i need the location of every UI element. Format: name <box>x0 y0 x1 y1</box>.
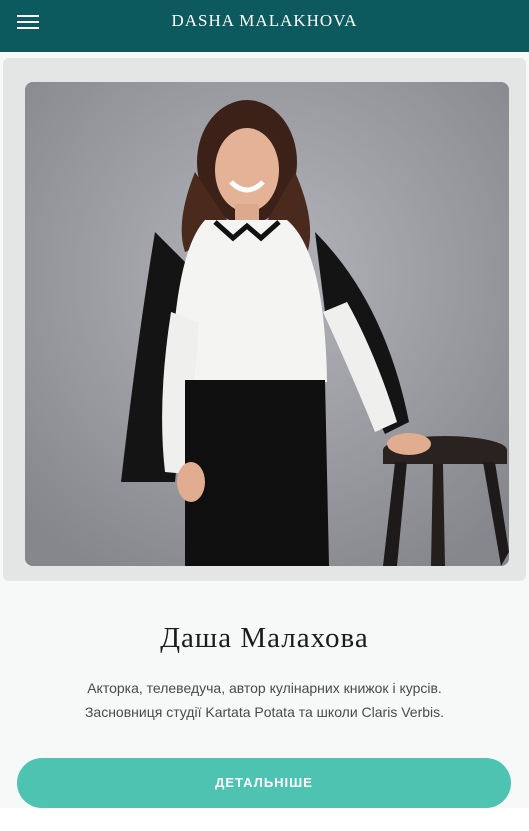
hero-section: Даша Малахова Акторка, телеведуча, автор… <box>0 52 529 808</box>
details-button[interactable]: ДЕТАЛЬНІШЕ <box>17 758 511 808</box>
site-brand[interactable]: DASHA MALAKHOVA <box>0 11 529 31</box>
site-header: DASHA MALAKHOVA <box>0 0 529 52</box>
person-description: Акторка, телеведуча, автор кулінарних кн… <box>0 676 529 724</box>
description-line: Засновниця студії Kartata Potata та школ… <box>84 704 445 720</box>
person-name: Даша Малахова <box>160 622 369 654</box>
photo-frame <box>3 58 526 581</box>
description-line: Акторка, телеведуча, автор кулінарних кн… <box>87 680 442 696</box>
portrait-photo <box>25 82 509 566</box>
